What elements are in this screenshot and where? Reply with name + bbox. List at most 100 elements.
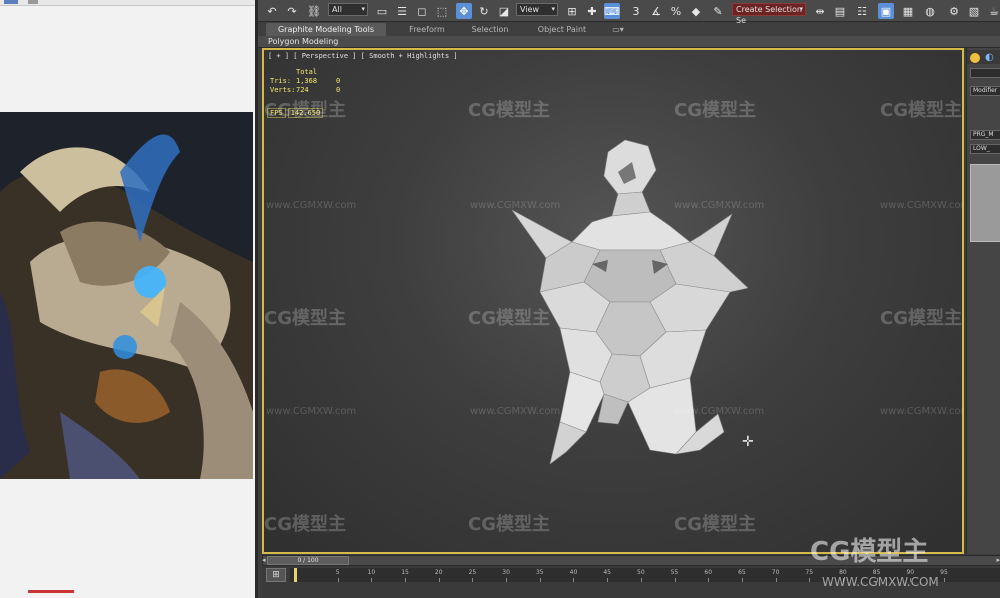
modifier-list-dropdown[interactable]: Modifier Lis: [970, 86, 1000, 96]
main-toolbar: ↶ ↷ ⛓ All ▾ ▭ ☰ ◻ ⬚ ✥ ↻ ◪ View ▾ ⊞ ✚ ⌨ 3 ∡…: [258, 0, 1000, 25]
select-by-name-icon[interactable]: ☰: [394, 3, 410, 19]
watermark-logo: CG模型主: [264, 308, 346, 329]
watermark-url: www.CGMXW.com: [674, 406, 765, 417]
modifier-stack-list[interactable]: [970, 164, 1000, 242]
rectangular-selection-icon[interactable]: ◻: [414, 3, 430, 19]
curve-editor-icon[interactable]: ▦: [900, 3, 916, 19]
previous-frame-icon[interactable]: ◂: [262, 556, 266, 564]
auto-key-icon[interactable]: ⊞: [266, 568, 286, 582]
select-manipulate-icon[interactable]: ✚: [584, 3, 600, 19]
selection-filter-dropdown[interactable]: All ▾: [328, 3, 368, 16]
timeline-tick: [607, 578, 609, 582]
time-slider-thumb[interactable]: 0 / 100: [267, 556, 349, 565]
render-teapot-icon[interactable]: ☕: [986, 3, 1000, 19]
reference-tab[interactable]: [4, 0, 18, 4]
timeline-tick: [944, 578, 945, 582]
link-icon[interactable]: ⛓: [306, 3, 322, 19]
redo-icon[interactable]: ↷: [284, 3, 300, 19]
watermark-url: www.CGMXW.com: [266, 406, 357, 417]
next-frame-icon[interactable]: ▸: [996, 556, 1000, 564]
timeline-tick-label: 45: [603, 569, 611, 576]
timeline-tick: [573, 578, 575, 582]
verts-label: Verts:: [270, 86, 296, 94]
modifier-stack-item[interactable]: LOW_: [970, 144, 1000, 154]
playhead[interactable]: [294, 568, 297, 582]
ribbon-panel: Polygon Modeling: [258, 36, 1000, 48]
polygon-modeling-panel[interactable]: Polygon Modeling: [268, 36, 338, 48]
render-setup-icon[interactable]: ⚙: [946, 3, 962, 19]
object-name-field[interactable]: [970, 68, 1000, 78]
timeline-tick-label: 5: [335, 569, 340, 576]
timeline-tick-label: 10: [367, 569, 376, 576]
timeline-tick-label: 70: [771, 569, 780, 576]
keyboard-shortcut-icon[interactable]: ⌨: [604, 3, 620, 19]
timeline-tick-label: 25: [468, 569, 477, 576]
timeline-tick: [472, 578, 474, 582]
concept-art-image: [0, 112, 253, 479]
timeline-tick: [371, 578, 373, 582]
viewport-label[interactable]: [ + ] [ Perspective ] [ Smooth + Highlig…: [268, 52, 458, 60]
select-object-icon[interactable]: ▭: [374, 3, 390, 19]
ribbon-options-icon[interactable]: ▭▾: [608, 23, 628, 36]
tab-selection[interactable]: Selection: [458, 23, 522, 36]
modify-tab-icon[interactable]: ◐: [985, 52, 994, 63]
command-panel: ◐ Modifier Lis PRG_M LOW_: [966, 48, 1000, 554]
verts-value: 724: [296, 86, 309, 94]
reference-coordinate-dropdown[interactable]: View ▾: [516, 3, 558, 16]
tab-freeform[interactable]: Freeform: [392, 23, 462, 36]
tab-graphite-modeling-tools[interactable]: Graphite Modeling Tools: [266, 23, 386, 36]
watermark-url: WWW.CGMXW.COM: [822, 575, 939, 589]
timeline-tick-label: 35: [535, 569, 544, 576]
polygon-count-stats: Total Tris: 1,368 0 Verts: 724 0: [270, 68, 340, 95]
timeline-tick: [775, 578, 777, 582]
layer-manager-icon[interactable]: ☷: [854, 3, 870, 19]
pivot-center-icon[interactable]: ⊞: [564, 3, 580, 19]
watermark-logo: CG模型主: [880, 308, 962, 329]
timeline-tick: [741, 578, 743, 582]
ribbon-tab-bar: Graphite Modeling Tools Freeform Selecti…: [258, 23, 1000, 36]
watermark-logo: CG模型主: [810, 537, 929, 567]
perspective-viewport[interactable]: [ + ] [ Perspective ] [ Smooth + Highlig…: [262, 48, 964, 554]
render-frame-icon[interactable]: ▧: [966, 3, 982, 19]
watermark-url: www.CGMXW.com: [470, 200, 561, 211]
timeline-tick: [438, 578, 440, 582]
tab-object-paint[interactable]: Object Paint: [528, 23, 596, 36]
timeline-tick: [809, 578, 811, 582]
timeline-tick: [405, 578, 407, 582]
command-panel-tabs: ◐: [967, 50, 1000, 64]
graphite-toggle-icon[interactable]: ▣: [878, 3, 894, 19]
mirror-icon[interactable]: ⇹: [812, 3, 828, 19]
scale-icon[interactable]: ◪: [496, 3, 512, 19]
move-icon[interactable]: ✥: [456, 3, 472, 19]
modifier-stack-item[interactable]: PRG_M: [970, 130, 1000, 140]
spinner-snap-icon[interactable]: ◆: [688, 3, 704, 19]
verts-selected: 0: [336, 86, 341, 94]
timeline-tick-label: 40: [569, 569, 578, 576]
watermark-logo: CG模型主: [468, 308, 550, 329]
align-icon[interactable]: ▤: [832, 3, 848, 19]
material-editor-icon[interactable]: ◍: [922, 3, 938, 19]
named-selection-set-dropdown[interactable]: Create Selection Se ▾: [732, 3, 806, 25]
edit-named-selection-icon[interactable]: ✎: [710, 3, 726, 19]
rotate-icon[interactable]: ↻: [476, 3, 492, 19]
watermark-logo: CG模型主: [674, 514, 756, 535]
percent-snap-icon[interactable]: %: [668, 3, 684, 19]
watermark-logo: CG模型主: [264, 100, 346, 121]
snap-toggle-icon[interactable]: 3: [628, 3, 644, 19]
timeline-tick: [640, 578, 642, 582]
modeling-application: ↶ ↷ ⛓ All ▾ ▭ ☰ ◻ ⬚ ✥ ↻ ◪ View ▾ ⊞ ✚ ⌨ 3 ∡…: [255, 0, 1000, 598]
watermark-logo: CG模型主: [468, 514, 550, 535]
watermark-url: www.CGMXW.com: [674, 200, 765, 211]
undo-icon[interactable]: ↶: [264, 3, 280, 19]
tris-label: Tris:: [270, 77, 292, 85]
low-poly-head-model[interactable]: [500, 132, 760, 472]
tris-selected: 0: [336, 77, 341, 85]
create-tab-icon[interactable]: [970, 53, 980, 63]
reference-tab[interactable]: [28, 0, 38, 4]
watermark-logo: CG模型主: [674, 100, 756, 121]
watermark-url: www.CGMXW.com: [470, 406, 561, 417]
window-crossing-icon[interactable]: ⬚: [434, 3, 450, 19]
timeline: ◂ 0 / 100 ▸ ⊞ 5 10 15 20 25 30 35 40 45 50 55 60 65 7…: [262, 537, 1000, 598]
timeline-tick: [506, 578, 508, 582]
angle-snap-icon[interactable]: ∡: [648, 3, 664, 19]
